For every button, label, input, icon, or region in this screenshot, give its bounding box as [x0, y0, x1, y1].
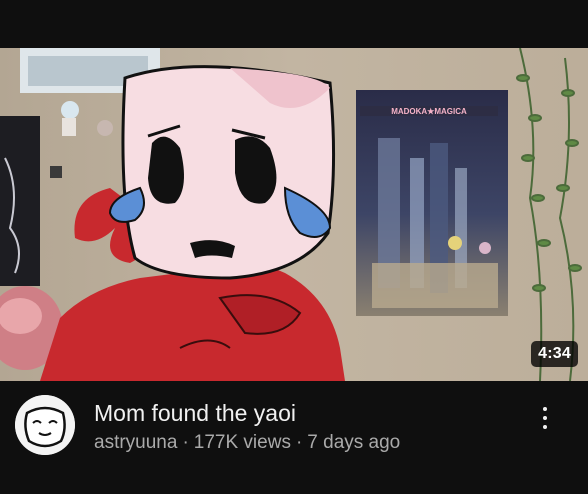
more-vert-icon-dot — [543, 416, 547, 420]
upload-age: 7 days ago — [307, 432, 401, 453]
more-options-button[interactable] — [530, 401, 560, 435]
more-vert-icon — [543, 407, 547, 411]
channel-name[interactable]: astryuuna — [94, 432, 177, 453]
channel-avatar[interactable] — [15, 395, 75, 455]
separator: · — [182, 432, 189, 453]
video-subline: astryuuna · 177K views · 7 days ago — [94, 431, 400, 455]
poster-title: MADOKA★MAGICA — [391, 107, 467, 116]
top-bar — [0, 0, 588, 48]
video-thumbnail[interactable]: MADOKA★MAGICA 4:34 — [0, 48, 588, 381]
thumbnail-image: MADOKA★MAGICA — [0, 48, 588, 381]
duration-badge: 4:34 — [531, 341, 578, 367]
separator: · — [295, 432, 303, 453]
video-title[interactable]: Mom found the yaoi — [94, 399, 296, 427]
cartoon-face-avatar-icon — [15, 395, 75, 455]
view-count: 177K views — [193, 432, 291, 453]
more-vert-icon-dot — [543, 425, 547, 429]
video-metadata: Mom found the yaoi astryuuna · 177K views ·… — [0, 381, 588, 494]
